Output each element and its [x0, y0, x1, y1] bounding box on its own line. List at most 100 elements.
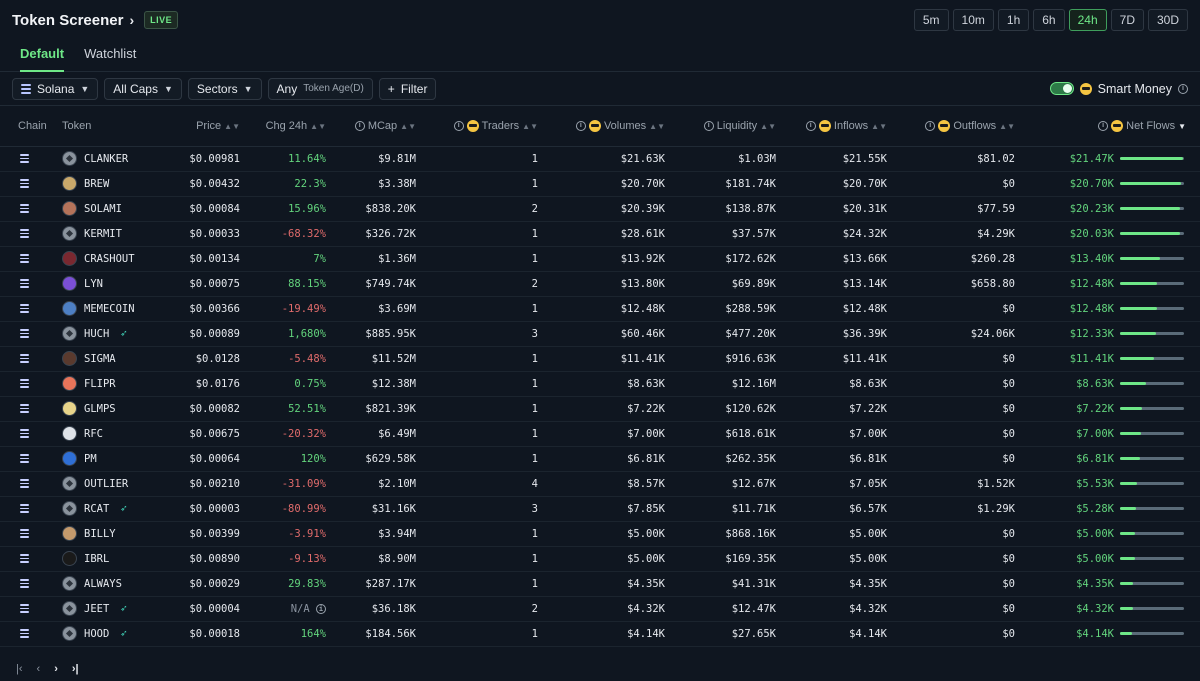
tab-watchlist[interactable]: Watchlist — [84, 40, 136, 70]
smart-money-icon — [818, 119, 831, 132]
sectors-select[interactable]: Sectors ▼ — [187, 77, 262, 100]
token-cell[interactable]: ALWAYS — [56, 571, 176, 597]
info-icon[interactable]: i — [1098, 120, 1109, 131]
chain-cell — [0, 496, 56, 522]
table-row[interactable]: GLMPS $0.00082 52.51% $821.39K 1 $7.22K $120.6… — [0, 396, 1200, 422]
table-row[interactable]: FLIPR $0.0176 0.75% $12.38M 1 $8.63K $12.16M $8… — [0, 371, 1200, 397]
timeframe-7d[interactable]: 7D — [1110, 9, 1144, 31]
table-row[interactable]: BILLY $0.00399 -3.91% $3.94M 1 $5.00K $868.16K… — [0, 521, 1200, 547]
change-cell: N/A i — [246, 596, 332, 622]
token-cell[interactable]: RCAT ➶ — [56, 496, 176, 522]
token-cell[interactable]: OUTLIER — [56, 471, 176, 497]
table-row[interactable]: IBRL $0.00890 -9.13% $8.90M 1 $5.00K $169.35K $… — [0, 546, 1200, 572]
col-volumes[interactable]: i Volumes ▲▼ — [544, 106, 671, 147]
col-liquidity[interactable]: i Liquidity ▲▼ — [671, 106, 782, 147]
token-cell[interactable]: HOOD ➶ — [56, 621, 176, 647]
col-change[interactable]: Chg 24h ▲▼ — [246, 106, 332, 147]
table-row[interactable]: SOLAMI $0.00084 15.96% $838.20K 2 $20.39K $138… — [0, 196, 1200, 222]
netflows-bar-fill — [1120, 282, 1158, 285]
info-icon[interactable]: i — [354, 120, 365, 131]
timeframe-10m[interactable]: 10m — [952, 9, 994, 31]
first-page-button[interactable]: |‹ — [16, 663, 23, 675]
table-row[interactable]: CRASHOUT $0.00134 7% $1.36M 1 $13.92K $172.62K… — [0, 246, 1200, 272]
info-icon[interactable]: i — [1178, 83, 1188, 94]
table-row[interactable]: ALWAYS $0.00029 29.83% $287.17K 1 $4.35K $41.3… — [0, 571, 1200, 597]
chevron-right-icon[interactable]: › — [129, 12, 134, 28]
timeframe-6h[interactable]: 6h — [1033, 9, 1065, 31]
tab-default[interactable]: Default — [20, 40, 65, 72]
token-cell[interactable]: LYN — [56, 271, 176, 297]
token-cell[interactable]: SIGMA — [56, 346, 176, 372]
info-icon[interactable]: i — [316, 603, 326, 614]
traders-cell: 1 — [422, 246, 544, 272]
token-cell[interactable]: RFC — [56, 421, 176, 447]
table-row[interactable]: MEMECOIN $0.00366 -19.49% $3.69M 1 $12.48K $28… — [0, 296, 1200, 322]
outflows-cell: $0 — [893, 621, 1021, 647]
info-icon[interactable]: i — [453, 120, 464, 131]
traders-cell: 1 — [422, 571, 544, 597]
add-filter-button[interactable]: + Filter — [378, 77, 437, 100]
inflows-cell: $6.81K — [782, 446, 893, 472]
col-mcap[interactable]: i MCap ▲▼ — [332, 106, 422, 147]
mcap-cell: $184.56K — [332, 621, 422, 647]
table-row[interactable]: LYN $0.00075 88.15% $749.74K 2 $13.80K $69.89K… — [0, 271, 1200, 297]
token-age-filter[interactable]: Any Token Age(D) — [267, 77, 373, 100]
smart-money-icon — [938, 119, 951, 132]
token-symbol: GLMPS — [84, 402, 116, 415]
token-cell[interactable]: FLIPR — [56, 371, 176, 397]
volumes-cell: $20.70K — [544, 171, 671, 197]
col-outflows[interactable]: i Outflows ▲▼ — [893, 106, 1021, 147]
token-cell[interactable]: BILLY — [56, 521, 176, 547]
timeframe-1h[interactable]: 1h — [997, 9, 1030, 31]
token-cell[interactable]: BREW — [56, 171, 176, 197]
col-price[interactable]: Price ▲▼ — [176, 106, 246, 147]
col-netflows[interactable]: i Net Flows ▼ — [1021, 106, 1200, 147]
table-row[interactable]: RCAT ➶ $0.00003 -80.99% $31.16K 3 $7.85K $11.71… — [0, 496, 1200, 522]
token-cell[interactable]: MEMECOIN — [56, 296, 176, 322]
token-cell[interactable]: PM — [56, 446, 176, 472]
info-icon[interactable]: i — [805, 120, 816, 131]
prev-page-button[interactable]: ‹ — [37, 663, 41, 675]
last-page-button[interactable]: ›| — [72, 663, 79, 675]
col-traders[interactable]: i Traders ▲▼ — [422, 106, 544, 147]
timeframe-24h[interactable]: 24h — [1068, 9, 1107, 31]
table-row[interactable]: SIGMA $0.0128 -5.48% $11.52M 1 $11.41K $916.63… — [0, 346, 1200, 372]
inflows-cell: $5.00K — [782, 546, 893, 572]
table-row[interactable]: HOOD ➶ $0.00018 164% $184.56K 1 $4.14K $27.65K $… — [0, 621, 1200, 647]
chain-cell — [0, 171, 56, 197]
traders-cell: 1 — [422, 346, 544, 372]
col-inflows[interactable]: i Inflows ▲▼ — [782, 106, 893, 147]
table-row[interactable]: RFC $0.00675 -20.32% $6.49M 1 $7.00K $618.61K $… — [0, 421, 1200, 447]
outflows-cell: $260.28 — [893, 246, 1021, 272]
table-row[interactable]: KERMIT $0.00033 -68.32% $326.72K 1 $28.61K $37… — [0, 221, 1200, 247]
token-cell[interactable]: IBRL — [56, 546, 176, 572]
token-cell[interactable]: SOLAMI — [56, 196, 176, 222]
volumes-cell: $13.92K — [544, 246, 671, 272]
netflows-cell: $12.48K — [1021, 271, 1200, 297]
token-cell[interactable]: KERMIT — [56, 221, 176, 247]
info-icon[interactable]: i — [575, 120, 586, 131]
next-page-button[interactable]: › — [54, 663, 58, 675]
table-row[interactable]: PM $0.00064 120% $629.58K 1 $6.81K $262.35K $6.… — [0, 446, 1200, 472]
outflows-cell: $0 — [893, 396, 1021, 422]
table-row[interactable]: CLANKER $0.00981 11.64% $9.81M 1 $21.63K $1.03… — [0, 146, 1200, 172]
timeframe-30d[interactable]: 30D — [1147, 9, 1188, 31]
token-cell[interactable]: GLMPS — [56, 396, 176, 422]
token-cell[interactable]: HUCH ➶ — [56, 321, 176, 347]
table-row[interactable]: OUTLIER $0.00210 -31.09% $2.10M 4 $8.57K $12.6… — [0, 471, 1200, 497]
price-cell: $0.00210 — [176, 471, 246, 497]
info-icon[interactable]: i — [925, 120, 936, 131]
inflows-cell: $20.70K — [782, 171, 893, 197]
table-row[interactable]: BREW $0.00432 22.3% $3.38M 1 $20.70K $181.74K $… — [0, 171, 1200, 197]
token-cell[interactable]: CRASHOUT — [56, 246, 176, 272]
token-symbol: IBRL — [84, 552, 110, 565]
chain-select[interactable]: Solana ▼ — [12, 77, 99, 100]
timeframe-5m[interactable]: 5m — [913, 9, 949, 31]
smart-money-toggle[interactable] — [1049, 82, 1074, 95]
info-icon[interactable]: i — [703, 120, 714, 131]
token-cell[interactable]: CLANKER — [56, 146, 176, 172]
table-row[interactable]: HUCH ➶ $0.00089 1,680% $885.95K 3 $60.46K $477.… — [0, 321, 1200, 347]
caps-select[interactable]: All Caps ▼ — [104, 77, 182, 100]
token-cell[interactable]: JEET ➶ — [56, 596, 176, 622]
table-row[interactable]: JEET ➶ $0.00004 N/A i $36.18K 2 $4.32K $12.47K $… — [0, 596, 1200, 622]
